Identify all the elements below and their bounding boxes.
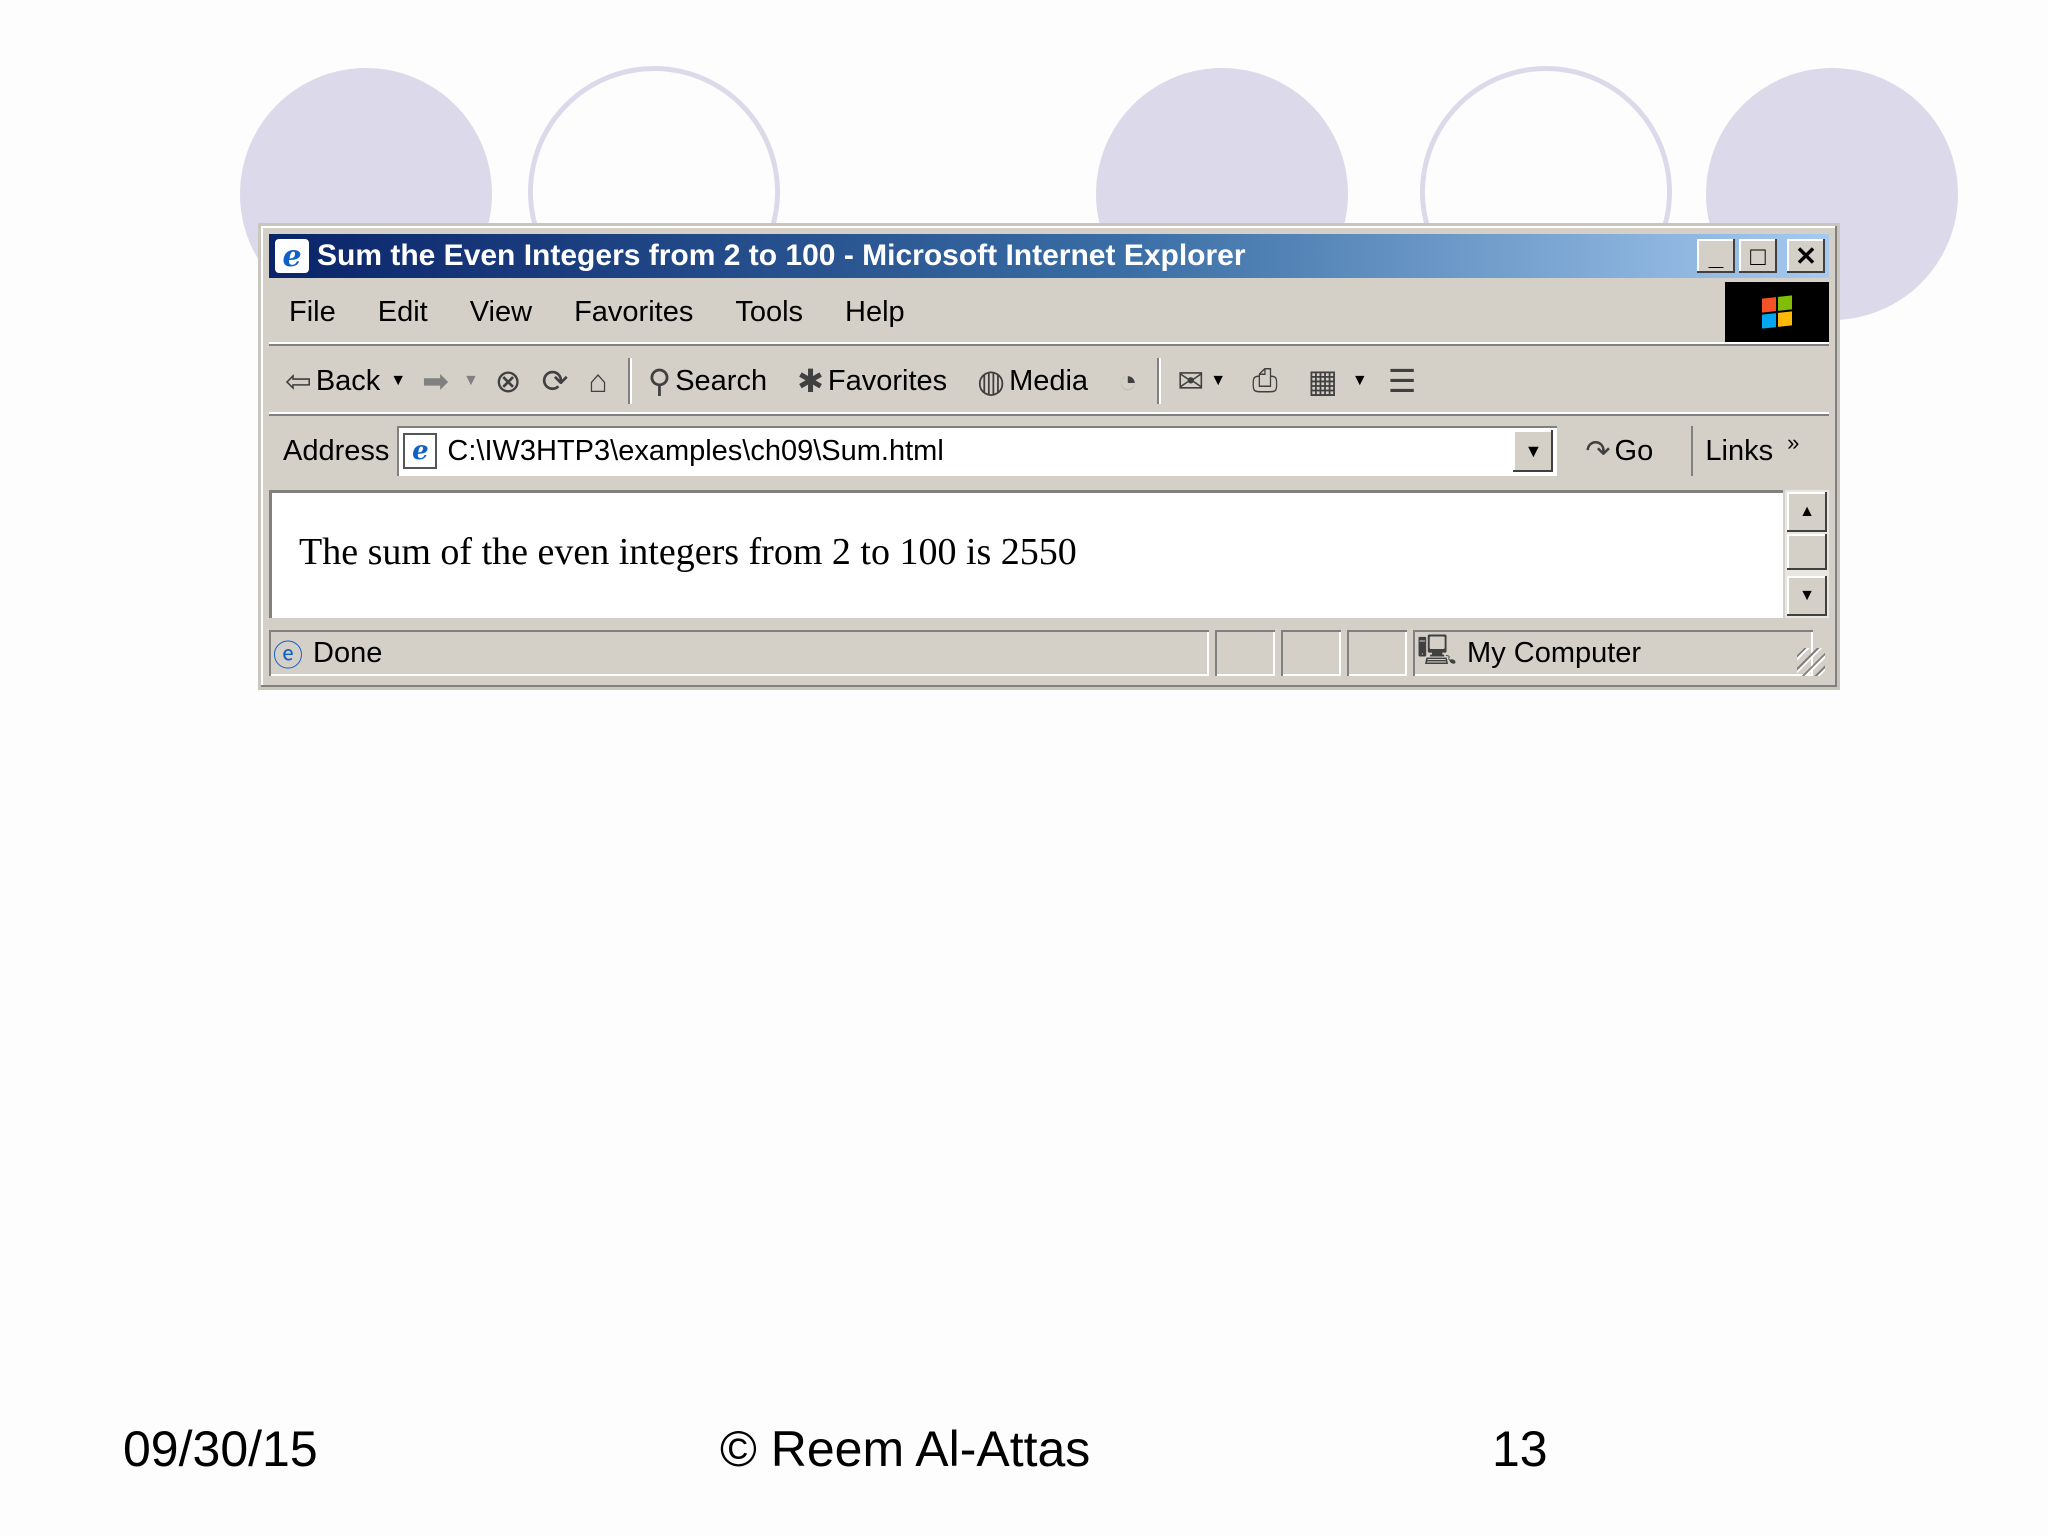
status-done-panel: ⓔ Done: [269, 630, 1209, 676]
page-content: The sum of the even integers from 2 to 1…: [269, 490, 1783, 618]
windows-logo-icon: [1725, 282, 1829, 342]
title-bar[interactable]: e Sum the Even Integers from 2 to 100 - …: [269, 234, 1829, 278]
close-button[interactable]: ✕: [1787, 239, 1825, 273]
page-icon: e: [403, 433, 438, 469]
search-button[interactable]: ⚲ Search: [648, 362, 767, 400]
status-panel-empty-1: [1215, 630, 1275, 676]
back-arrow-icon: ⇦: [285, 363, 312, 399]
scroll-up-button[interactable]: ▲: [1787, 492, 1827, 532]
vertical-scrollbar[interactable]: ▲ ▼: [1785, 490, 1829, 618]
search-label: Search: [675, 364, 768, 397]
menu-view[interactable]: View: [470, 296, 532, 329]
scroll-down-button[interactable]: ▼: [1787, 576, 1827, 616]
toolbar-separator: [1157, 358, 1162, 404]
favorites-button[interactable]: ✱ Favorites: [797, 362, 947, 400]
menu-edit[interactable]: Edit: [378, 296, 428, 329]
refresh-button[interactable]: ⟳: [542, 362, 573, 400]
menu-tools[interactable]: Tools: [735, 296, 803, 329]
history-icon: ◔: [1118, 362, 1138, 399]
status-zone: My Computer: [1467, 636, 1642, 669]
address-input[interactable]: e C:\IW3HTP3\examples\ch09\Sum.html ▼: [397, 426, 1558, 476]
media-button[interactable]: ◍ Media: [977, 362, 1088, 400]
edit-icon: ▦: [1307, 363, 1338, 399]
ie-page-icon: ⓔ: [273, 640, 303, 673]
standard-toolbar: ⇦ Back ▼ ➡ ▼ ⊗ ⟳ ⌂ ⚲ Search ✱ Favorites …: [269, 350, 1829, 414]
footer-date: 09/30/15: [123, 1421, 318, 1477]
go-button[interactable]: ↷ Go: [1585, 434, 1685, 469]
minimize-button[interactable]: _: [1697, 239, 1735, 273]
go-label: Go: [1614, 434, 1654, 467]
window-title: Sum the Even Integers from 2 to 100 - Mi…: [317, 239, 1246, 272]
history-button[interactable]: ◔: [1118, 363, 1141, 400]
resize-grip[interactable]: [1797, 648, 1825, 676]
address-bar: Address e C:\IW3HTP3\examples\ch09\Sum.h…: [269, 420, 1829, 482]
menu-file[interactable]: File: [289, 296, 336, 329]
status-text: Done: [313, 636, 383, 669]
print-button[interactable]: ⎙: [1252, 362, 1282, 400]
search-icon: ⚲: [647, 363, 672, 399]
toolbar-separator: [627, 358, 632, 404]
mail-dropdown-icon[interactable]: ▼: [1210, 372, 1226, 390]
media-icon: ◍: [977, 363, 1006, 399]
links-button[interactable]: Links »: [1691, 426, 1799, 476]
favorites-icon: ✱: [797, 363, 824, 399]
refresh-icon: ⟳: [541, 363, 569, 399]
footer-author: © Reem Al-Attas: [720, 1421, 1091, 1477]
ie-icon[interactable]: e: [275, 239, 309, 274]
page-text: The sum of the even integers from 2 to 1…: [299, 531, 1077, 573]
edit-button[interactable]: ▦ ▼: [1308, 362, 1368, 400]
print-icon: ⎙: [1252, 362, 1278, 398]
status-panel-empty-2: [1281, 630, 1341, 676]
forward-arrow-icon: ➡: [422, 363, 449, 399]
stop-button[interactable]: ⊗: [495, 362, 526, 400]
forward-dropdown-icon[interactable]: ▼: [463, 372, 479, 390]
chevron-right-icon[interactable]: »: [1787, 430, 1799, 456]
mail-icon: ✉: [1177, 363, 1205, 399]
browser-window: e Sum the Even Integers from 2 to 100 - …: [258, 223, 1840, 690]
home-icon: ⌂: [588, 362, 608, 399]
address-value: C:\IW3HTP3\examples\ch09\Sum.html: [447, 434, 944, 467]
discuss-button[interactable]: ☰: [1388, 362, 1421, 400]
back-dropdown-icon[interactable]: ▼: [390, 372, 406, 390]
computer-icon: 🖳: [1417, 633, 1458, 667]
address-label: Address: [283, 434, 390, 467]
scroll-thumb[interactable]: [1787, 534, 1827, 570]
arrow-down-icon: ▼: [1799, 587, 1815, 604]
mail-button[interactable]: ✉ ▼: [1177, 362, 1226, 400]
media-label: Media: [1009, 364, 1089, 397]
menu-bar: File Edit View Favorites Tools Help: [269, 282, 1829, 344]
stop-icon: ⊗: [494, 363, 522, 399]
footer-page-number: 13: [1492, 1421, 1548, 1477]
back-button[interactable]: ⇦ Back ▼: [285, 362, 406, 400]
menu-help[interactable]: Help: [845, 296, 905, 329]
arrow-up-icon: ▲: [1799, 503, 1815, 520]
back-label: Back: [315, 364, 381, 397]
maximize-button[interactable]: □: [1739, 239, 1777, 273]
status-zone-panel: 🖳 My Computer: [1413, 630, 1813, 676]
favorites-label: Favorites: [827, 364, 948, 397]
address-dropdown-button[interactable]: ▼: [1513, 430, 1554, 472]
links-label: Links: [1705, 434, 1774, 467]
menu-favorites[interactable]: Favorites: [574, 296, 693, 329]
status-bar: ⓔ Done 🖳 My Computer: [269, 626, 1829, 680]
edit-dropdown-icon[interactable]: ▼: [1352, 372, 1368, 390]
chevron-down-icon: ▼: [1524, 440, 1543, 461]
forward-button[interactable]: ➡ ▼: [422, 362, 479, 400]
discuss-icon: ☰: [1387, 363, 1417, 399]
home-button[interactable]: ⌂: [588, 363, 611, 400]
go-arrow-icon: ↷: [1585, 434, 1611, 468]
status-panel-empty-3: [1347, 630, 1407, 676]
